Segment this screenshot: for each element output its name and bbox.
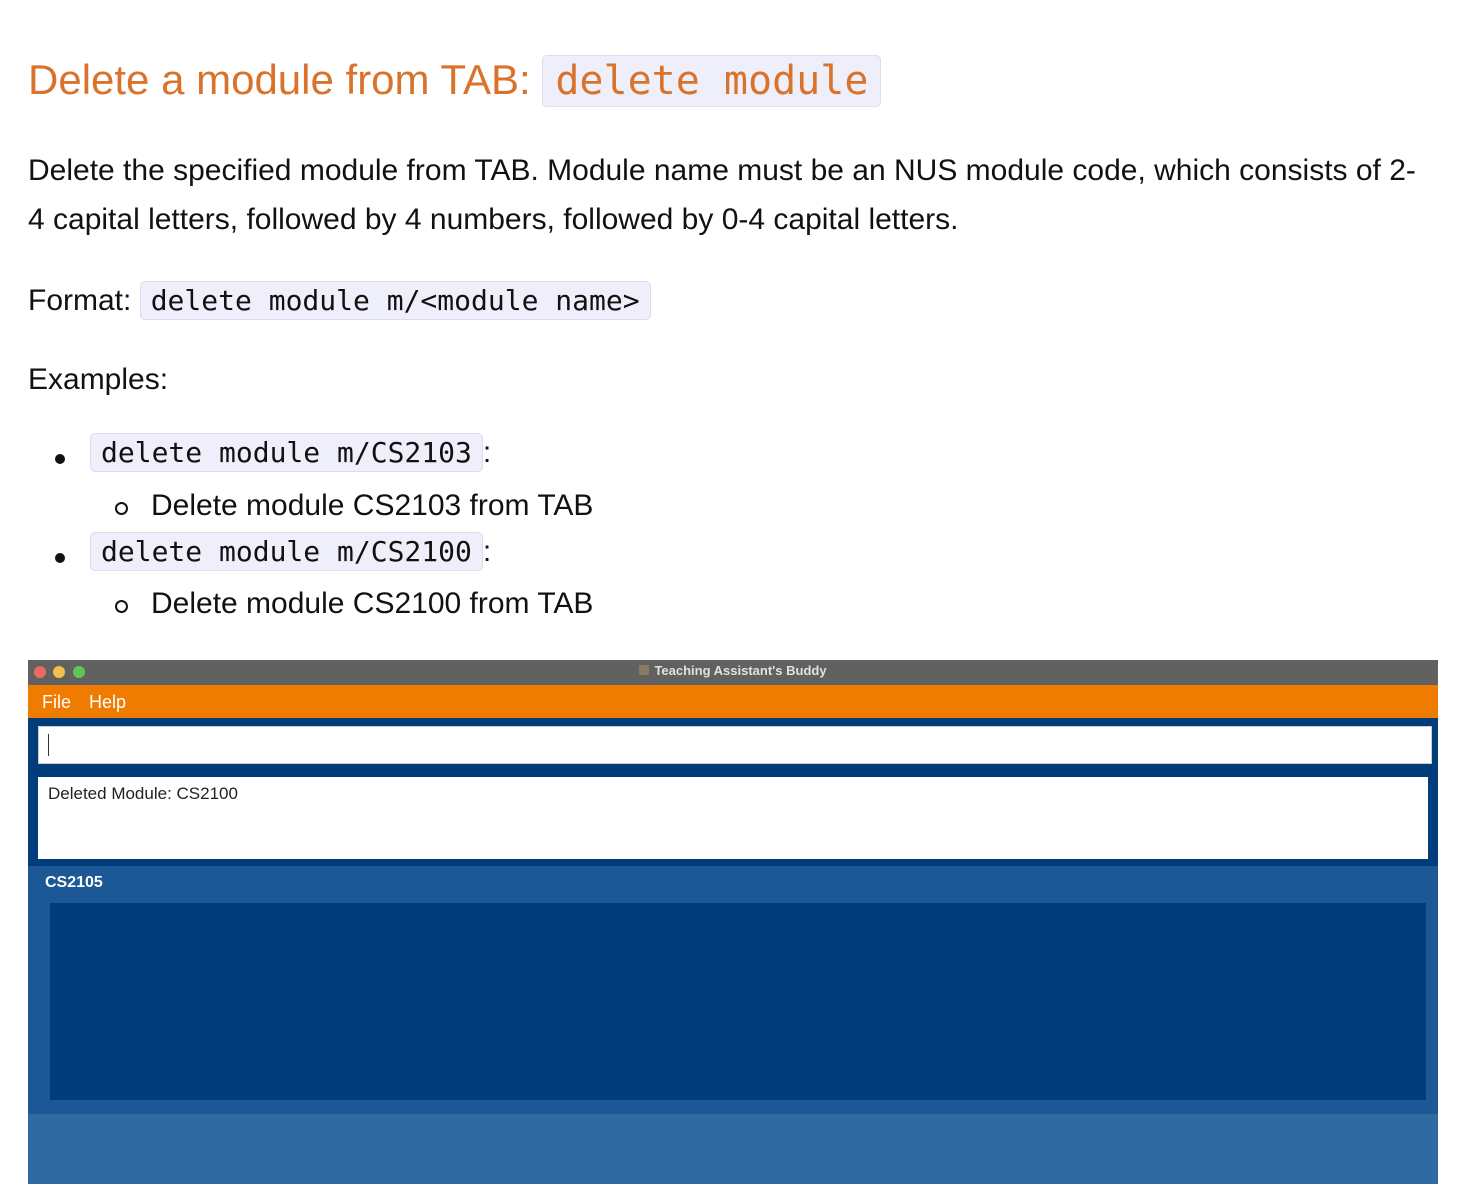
section-heading: Delete a module from TAB: delete module <box>28 50 882 111</box>
menu-help[interactable]: Help <box>89 692 126 713</box>
module-tab[interactable]: CS2105 <box>45 874 103 892</box>
window-title: Teaching Assistant's Buddy <box>28 663 1438 678</box>
colon: : <box>482 436 492 469</box>
format-line: Format: delete module m/<module name> <box>28 276 651 325</box>
format-code: delete module m/<module name> <box>139 281 651 320</box>
circle-bullet-icon <box>115 600 128 613</box>
colon: : <box>482 535 492 568</box>
window-title-text: Teaching Assistant's Buddy <box>654 663 827 678</box>
status-bar <box>28 1114 1438 1184</box>
format-label: Format: <box>28 284 132 317</box>
title-bar: Teaching Assistant's Buddy <box>28 660 1438 685</box>
menu-file[interactable]: File <box>42 692 71 713</box>
app-icon <box>639 665 650 675</box>
example-2-desc: Delete module CS2100 from TAB <box>151 587 594 620</box>
bullet-icon <box>55 454 65 464</box>
result-text: Deleted Module: CS2100 <box>48 784 238 803</box>
circle-bullet-icon <box>115 502 128 515</box>
examples-label: Examples: <box>28 363 169 396</box>
text-cursor <box>48 734 49 756</box>
bullet-icon <box>55 553 65 563</box>
app-window: Teaching Assistant's Buddy File Help Del… <box>28 660 1438 1184</box>
example-1-desc: Delete module CS2103 from TAB <box>151 489 594 522</box>
example-1: delete module m/CS2103: <box>90 433 492 472</box>
example-2: delete module m/CS2100: <box>90 532 492 571</box>
module-panel: CS2105 <box>28 866 1438 1114</box>
description: Delete the specified module from TAB. Mo… <box>28 154 1416 236</box>
result-display: Deleted Module: CS2100 <box>38 777 1428 859</box>
heading-text: Delete a module from TAB: <box>28 56 531 103</box>
command-input[interactable] <box>38 726 1432 764</box>
module-content <box>50 903 1426 1100</box>
example-code: delete module m/CS2103 <box>90 433 483 472</box>
menu-bar: File Help <box>28 685 1438 718</box>
heading-code: delete module <box>542 55 882 107</box>
example-code: delete module m/CS2100 <box>90 532 483 571</box>
